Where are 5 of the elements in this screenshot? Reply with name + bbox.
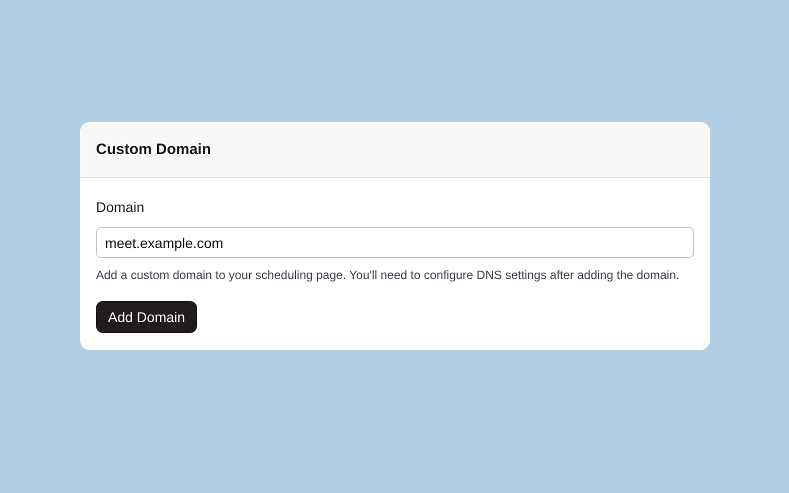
card-title: Custom Domain (96, 141, 212, 158)
help-text: Add a custom domain to your scheduling page. You'll need to configure DNS settings after adding the domain. (96, 267, 680, 284)
domain-input-field[interactable]: meet.example.com (96, 227, 694, 258)
add-domain-button[interactable]: Add Domain (96, 301, 198, 333)
domain-label: Domain (96, 198, 144, 216)
